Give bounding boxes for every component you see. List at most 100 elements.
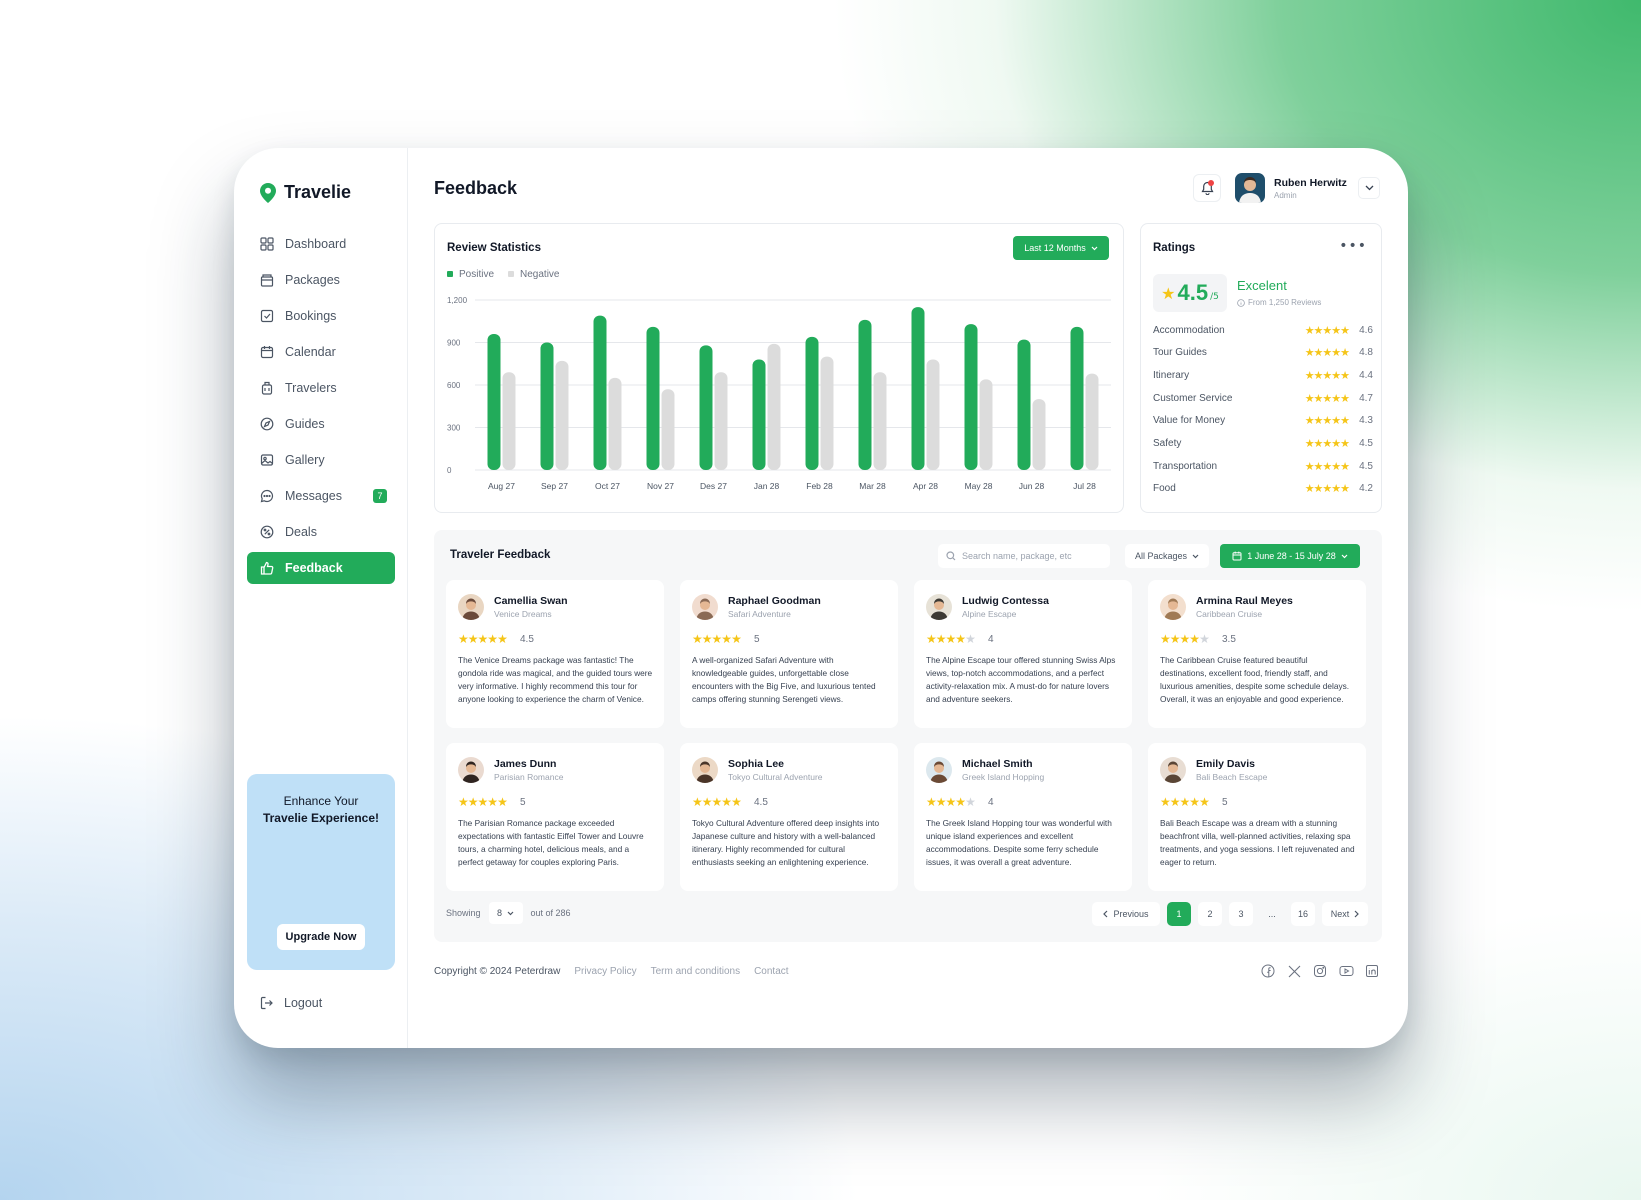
sidebar-item-calendar[interactable]: Calendar <box>247 336 395 368</box>
search-icon <box>946 551 956 561</box>
page-size-select[interactable]: 8 <box>488 902 523 924</box>
info-icon <box>1237 298 1245 307</box>
promo-line-1: Enhance Your <box>283 794 359 808</box>
instagram-icon[interactable] <box>1312 963 1328 979</box>
review-bar-chart: 0 300 600 900 1,200 Aug 27 Sep 27 Oct 27 Nov 27 D… <box>447 296 1111 491</box>
star-icon: ★ <box>497 632 508 646</box>
rating-stars: ★★★★★ <box>1304 460 1350 473</box>
terms-link[interactable]: Term and conditions <box>651 966 741 977</box>
review-stars: ★★★★★ <box>692 795 742 809</box>
rating-value: 4.6 <box>1359 324 1373 336</box>
review-text: The Caribbean Cruise featured beautiful … <box>1160 655 1350 704</box>
reviewer-name: Armina Raul Meyes <box>1196 595 1293 607</box>
sidebar-item-feedback[interactable]: Feedback <box>247 552 395 584</box>
sidebar-item-guides[interactable]: Guides <box>247 408 395 440</box>
user-avatar[interactable] <box>1235 173 1265 203</box>
grid-icon <box>260 237 274 251</box>
search-input[interactable]: Search name, package, etc <box>938 544 1110 568</box>
sidebar-item-label: Bookings <box>285 309 337 323</box>
review-card[interactable]: Sophia Lee Tokyo Cultural Adventure ★★★★★ 4… <box>680 743 898 891</box>
youtube-icon[interactable] <box>1338 963 1354 979</box>
bar-positive <box>487 334 501 470</box>
reviewer-name: Ludwig Contessa <box>962 595 1049 607</box>
previous-page-button[interactable]: Previous <box>1091 902 1160 926</box>
rating-value: 4.2 <box>1359 483 1373 495</box>
page-button-1[interactable]: 1 <box>1166 902 1191 926</box>
review-card[interactable]: Raphael Goodman Safari Adventure ★★★★★ 5 A w… <box>680 580 898 728</box>
rating-category-name: Safety <box>1153 438 1182 449</box>
calendar-icon <box>1232 551 1242 561</box>
review-card[interactable]: Emily Davis Bali Beach Escape ★★★★★ 5 Bali B… <box>1148 743 1366 891</box>
review-card[interactable]: James Dunn Parisian Romance ★★★★★ 5 The Pari… <box>446 743 664 891</box>
app-window: Travelie Dashboard Packages Bookings Cal… <box>234 148 1408 1048</box>
sidebar-item-dashboard[interactable]: Dashboard <box>247 228 395 260</box>
rating-row-itinerary: Itinerary ★★★★★ 4.4 <box>1153 367 1373 383</box>
linkedin-icon[interactable] <box>1364 963 1380 979</box>
page-button-2[interactable]: 2 <box>1197 902 1222 926</box>
page-button-16[interactable]: 16 <box>1290 902 1315 926</box>
next-page-button[interactable]: Next <box>1322 902 1368 926</box>
reviewer-name: James Dunn <box>494 758 557 770</box>
compass-icon <box>260 417 274 431</box>
logout-button[interactable]: Logout <box>260 996 322 1010</box>
previous-label: Previous <box>1113 909 1149 919</box>
sidebar-item-travelers[interactable]: Travelers <box>247 372 395 404</box>
social-links <box>1260 963 1380 979</box>
review-text: The Alpine Escape tour offered stunning … <box>926 655 1116 704</box>
more-options-icon[interactable]: ••• <box>1339 238 1367 254</box>
review-card[interactable]: Ludwig Contessa Alpine Escape ★★★★★ 4 The Al… <box>914 580 1132 728</box>
star-icon: ★ <box>721 632 732 646</box>
review-rating: 4 <box>988 634 994 645</box>
bar-negative <box>502 372 516 470</box>
bar-negative <box>926 359 940 470</box>
date-range-button[interactable]: 1 June 28 - 15 July 28 <box>1220 544 1360 568</box>
rating-row-transportation: Transportation ★★★★★ 4.5 <box>1153 458 1373 474</box>
review-rating: 5 <box>520 797 526 808</box>
review-card[interactable]: Camellia Swan Venice Dreams ★★★★★ 4.5 The Ve… <box>446 580 664 728</box>
page-button-3[interactable]: 3 <box>1228 902 1253 926</box>
rating-value: 4.5 <box>1359 460 1373 472</box>
discount-icon <box>260 525 274 539</box>
sidebar-item-bookings[interactable]: Bookings <box>247 300 395 332</box>
page-title: Feedback <box>434 178 518 198</box>
review-rating: 4 <box>988 797 994 808</box>
rating-stars: ★★★★★ <box>1304 369 1350 382</box>
x-twitter-icon[interactable] <box>1286 963 1302 979</box>
bar-positive <box>805 336 819 470</box>
contact-link[interactable]: Contact <box>754 966 788 977</box>
sidebar-item-deals[interactable]: Deals <box>247 516 395 548</box>
star-icon: ★ <box>711 632 723 646</box>
star-icon: ★ <box>497 795 508 809</box>
sidebar-item-packages[interactable]: Packages <box>247 264 395 296</box>
rating-row-value-for-money: Value for Money ★★★★★ 4.3 <box>1153 413 1373 429</box>
bar-positive <box>964 324 978 470</box>
chevron-down-icon <box>1192 554 1199 558</box>
legend-swatch-negative <box>508 271 515 278</box>
logo[interactable]: Travelie <box>260 182 351 203</box>
facebook-icon[interactable] <box>1260 963 1276 979</box>
star-icon: ★ <box>1179 632 1191 646</box>
review-card[interactable]: Armina Raul Meyes Caribbean Cruise ★★★★★ 3.… <box>1148 580 1366 728</box>
star-icon: ★ <box>945 795 957 809</box>
chevron-down-icon <box>1091 246 1098 250</box>
user-menu-toggle[interactable] <box>1358 177 1380 199</box>
sidebar-item-messages[interactable]: Messages 7 <box>247 480 395 512</box>
sidebar-item-gallery[interactable]: Gallery <box>247 444 395 476</box>
x-tick-label: Des 27 <box>700 481 727 491</box>
app-name: Travelie <box>284 182 352 202</box>
package-filter-select[interactable]: All Packages <box>1125 544 1209 568</box>
ratings-card: Ratings ••• ★ 4.5 /5 Excelent From 1,250… <box>1140 223 1382 513</box>
bar-positive <box>540 342 554 470</box>
x-tick-label: Mar 28 <box>859 481 886 491</box>
legend-positive: Positive <box>447 269 494 280</box>
upgrade-now-button[interactable]: Upgrade Now <box>277 924 365 950</box>
notifications-button[interactable] <box>1193 174 1221 202</box>
review-text: The Greek Island Hopping tour was wonder… <box>926 818 1112 867</box>
review-card[interactable]: Michael Smith Greek Island Hopping ★★★★★ 4 T… <box>914 743 1132 891</box>
privacy-policy-link[interactable]: Privacy Policy <box>574 966 636 977</box>
traveler-feedback-title: Traveler Feedback <box>450 549 551 561</box>
period-select-button[interactable]: Last 12 Months <box>1013 236 1109 260</box>
chevron-down-icon <box>507 911 514 915</box>
showing-label: Showing <box>446 908 481 918</box>
rating-value: 4.7 <box>1359 392 1373 404</box>
